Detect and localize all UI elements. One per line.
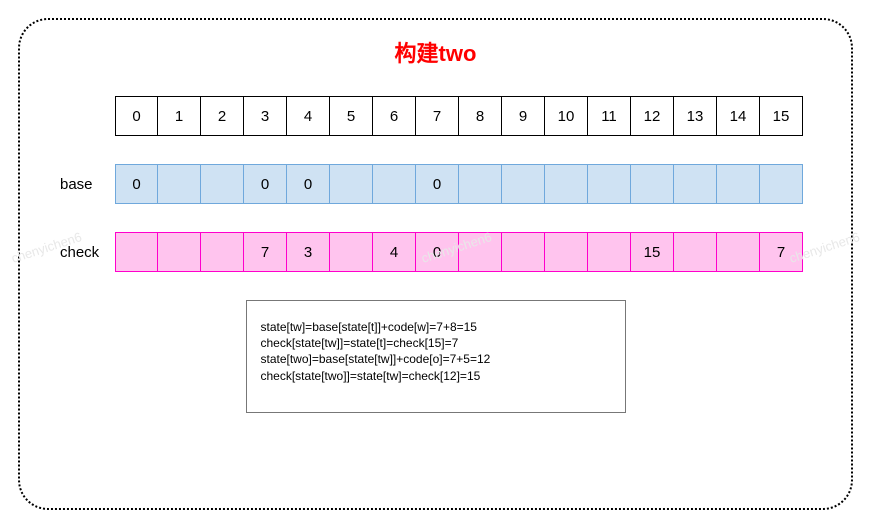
check-cell	[115, 232, 158, 272]
check-cell	[674, 232, 717, 272]
index-cell: 12	[631, 96, 674, 136]
index-cell: 2	[201, 96, 244, 136]
check-cell: 0	[416, 232, 459, 272]
check-array: 7340157	[115, 232, 803, 272]
base-cell: 0	[115, 164, 158, 204]
index-cell: 0	[115, 96, 158, 136]
index-cell: 9	[502, 96, 545, 136]
base-cell	[588, 164, 631, 204]
check-cell	[158, 232, 201, 272]
check-cell: 7	[760, 232, 803, 272]
base-row: base 0000	[60, 164, 811, 204]
index-cell: 6	[373, 96, 416, 136]
index-cell: 3	[244, 96, 287, 136]
index-cell: 14	[717, 96, 760, 136]
check-cell	[717, 232, 760, 272]
check-cell	[545, 232, 588, 272]
index-cell: 13	[674, 96, 717, 136]
check-cell: 15	[631, 232, 674, 272]
check-cell: 4	[373, 232, 416, 272]
formula-line: check[state[tw]]=state[t]=check[15]=7	[261, 335, 611, 351]
base-cell	[631, 164, 674, 204]
index-cell: 8	[459, 96, 502, 136]
base-cell: 0	[244, 164, 287, 204]
index-cell: 4	[287, 96, 330, 136]
base-cell: 0	[287, 164, 330, 204]
base-cell	[201, 164, 244, 204]
check-cell	[502, 232, 545, 272]
base-cell	[459, 164, 502, 204]
index-cell: 5	[330, 96, 373, 136]
formula-line: state[tw]=base[state[t]]+code[w]=7+8=15	[261, 319, 611, 335]
formula-line: check[state[two]]=state[tw]=check[12]=15	[261, 368, 611, 384]
base-label: base	[60, 176, 115, 193]
base-cell	[760, 164, 803, 204]
base-cell	[330, 164, 373, 204]
base-cell	[158, 164, 201, 204]
diagram-title: 构建two	[60, 36, 811, 68]
check-label: check	[60, 244, 115, 261]
check-cell	[588, 232, 631, 272]
index-array: 0123456789101112131415	[115, 96, 803, 136]
base-cell	[373, 164, 416, 204]
check-cell	[459, 232, 502, 272]
index-cell: 11	[588, 96, 631, 136]
base-cell	[674, 164, 717, 204]
check-cell	[201, 232, 244, 272]
index-cell: 15	[760, 96, 803, 136]
index-cell: 7	[416, 96, 459, 136]
base-cell: 0	[416, 164, 459, 204]
formula-box: state[tw]=base[state[t]]+code[w]=7+8=15c…	[246, 300, 626, 413]
base-array: 0000	[115, 164, 803, 204]
check-cell: 7	[244, 232, 287, 272]
diagram-frame: 构建two 0123456789101112131415 base 0000 c…	[18, 18, 853, 510]
base-cell	[717, 164, 760, 204]
check-cell: 3	[287, 232, 330, 272]
base-cell	[545, 164, 588, 204]
index-cell: 1	[158, 96, 201, 136]
check-cell	[330, 232, 373, 272]
check-row: check 7340157	[60, 232, 811, 272]
base-cell	[502, 164, 545, 204]
index-row: 0123456789101112131415	[60, 96, 811, 136]
index-cell: 10	[545, 96, 588, 136]
formula-line: state[two]=base[state[tw]]+code[o]=7+5=1…	[261, 351, 611, 367]
